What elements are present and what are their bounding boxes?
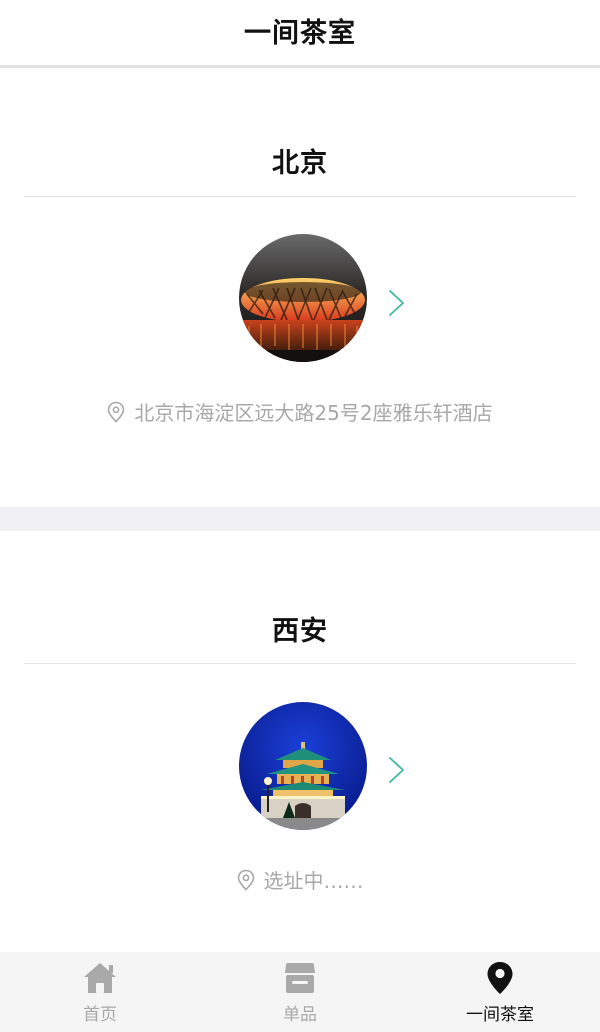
address-text: 选址中…… — [263, 869, 364, 893]
tab-tearoom[interactable]: 一间茶室 — [400, 952, 600, 1032]
shop-icon — [280, 960, 320, 996]
chevron-right-icon[interactable] — [388, 289, 406, 317]
location-pin-outline-icon — [237, 869, 254, 891]
tab-home[interactable]: 首页 — [0, 952, 200, 1032]
home-icon — [80, 960, 120, 996]
nav-header: 一间茶室 — [0, 0, 600, 68]
address-row: 选址中…… — [0, 865, 600, 894]
location-pin-outline-icon — [108, 401, 125, 423]
chevron-right-icon[interactable] — [388, 756, 406, 784]
location-card-beijing[interactable]: 北京 北京市海淀区远大路25号2座雅乐轩酒店 — [0, 71, 600, 507]
app-screen: 一间茶室 北京 北京市海淀区远大路25号2座雅乐轩酒店 西安 选址中…… 首页 … — [0, 0, 600, 1032]
tab-products[interactable]: 单品 — [200, 952, 400, 1032]
beijing-bird-nest-photo[interactable] — [239, 234, 367, 362]
tab-label: 单品 — [283, 1005, 317, 1025]
divider — [24, 663, 576, 664]
address-row: 北京市海淀区远大路25号2座雅乐轩酒店 — [0, 397, 600, 426]
page-title: 一间茶室 — [244, 18, 356, 49]
bottom-tab-bar: 首页 单品 一间茶室 — [0, 952, 600, 1032]
city-name: 西安 — [272, 616, 328, 647]
tab-label: 一间茶室 — [466, 1005, 534, 1025]
address-text: 北京市海淀区远大路25号2座雅乐轩酒店 — [134, 401, 493, 425]
location-pin-icon — [480, 960, 520, 996]
city-name: 北京 — [272, 148, 328, 179]
location-card-xian[interactable]: 西安 选址中…… — [0, 531, 600, 952]
xian-bell-tower-photo[interactable] — [239, 702, 367, 830]
tab-label: 首页 — [83, 1005, 117, 1025]
section-separator — [0, 507, 600, 531]
divider — [24, 196, 576, 197]
